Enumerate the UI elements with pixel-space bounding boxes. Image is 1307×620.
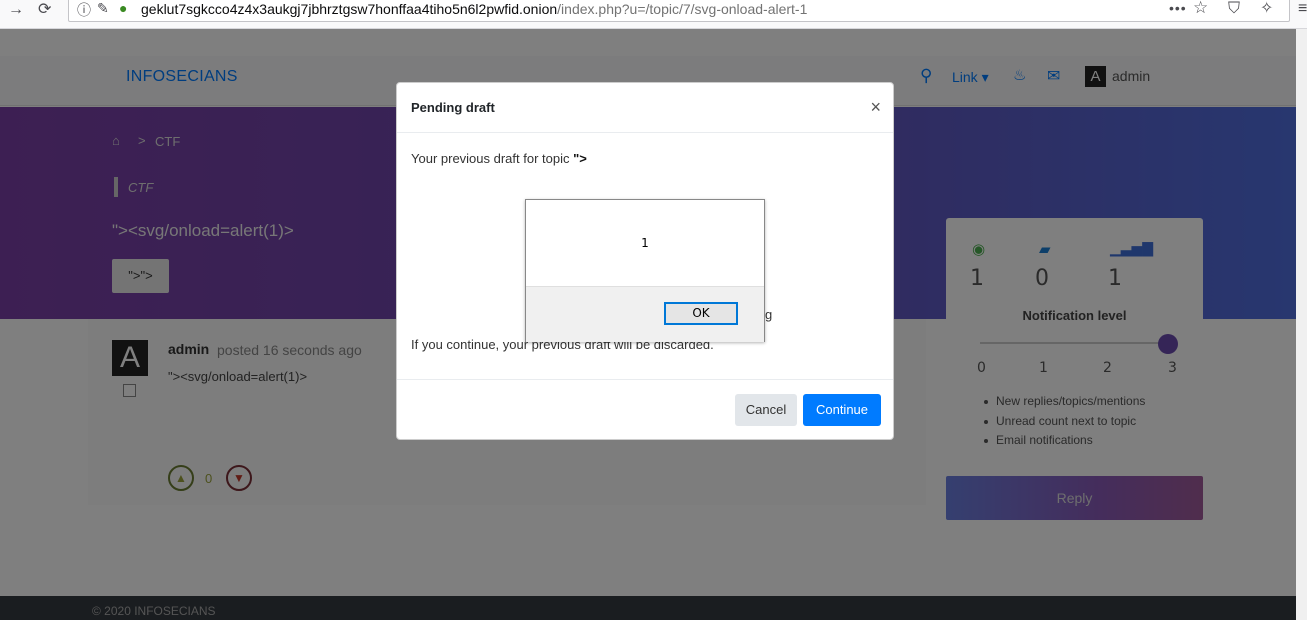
close-icon[interactable]: × bbox=[870, 97, 881, 117]
cancel-button[interactable]: Cancel bbox=[735, 394, 797, 426]
bookmark-star-icon[interactable]: ☆ bbox=[1193, 0, 1208, 18]
modal-footer: Cancel Continue bbox=[397, 379, 893, 441]
alert-dialog: 1 OK bbox=[525, 199, 765, 342]
info-icon[interactable]: ⓘ bbox=[77, 0, 91, 20]
ok-button[interactable]: OK bbox=[664, 302, 738, 325]
permissions-icon[interactable]: ✎ bbox=[97, 0, 109, 17]
reload-icon[interactable]: ⟳ bbox=[38, 0, 51, 20]
page-actions-icon[interactable]: ••• bbox=[1169, 0, 1187, 16]
draft-text-fragment: g bbox=[765, 307, 773, 322]
url-path: /index.php?u=/topic/7/svg-onload-alert-1 bbox=[557, 1, 808, 17]
menu-icon[interactable]: ≡ bbox=[1298, 0, 1307, 19]
extension-icon[interactable]: ✧ bbox=[1260, 0, 1273, 19]
alert-message: 1 bbox=[641, 236, 649, 250]
draft-notice-text: Your previous draft for topic bbox=[411, 151, 574, 166]
alert-button-bar: OK bbox=[526, 286, 764, 342]
forward-arrow-icon[interactable]: → bbox=[8, 0, 24, 20]
onion-icon[interactable]: ● bbox=[119, 0, 127, 16]
shield-icon[interactable]: ⛉ bbox=[1228, 0, 1240, 19]
continue-button[interactable]: Continue bbox=[803, 394, 881, 426]
address-bar[interactable]: ⓘ ✎ ● geklut7sgkcco4z4x3aukgj7jbhrztgsw7… bbox=[68, 0, 1290, 22]
draft-topic-name: "> bbox=[573, 151, 587, 166]
modal-title: Pending draft bbox=[411, 100, 495, 115]
url-host: geklut7sgkcco4z4x3aukgj7jbhrztgsw7honffa… bbox=[141, 1, 558, 17]
modal-header: Pending draft × bbox=[397, 83, 893, 133]
draft-notice: Your previous draft for topic "> bbox=[411, 151, 587, 166]
url-text[interactable]: geklut7sgkcco4z4x3aukgj7jbhrztgsw7honffa… bbox=[141, 1, 807, 17]
browser-toolbar: → ⟳ ⓘ ✎ ● geklut7sgkcco4z4x3aukgj7jbhrzt… bbox=[0, 0, 1307, 29]
page-scrollbar[interactable] bbox=[1296, 29, 1307, 620]
